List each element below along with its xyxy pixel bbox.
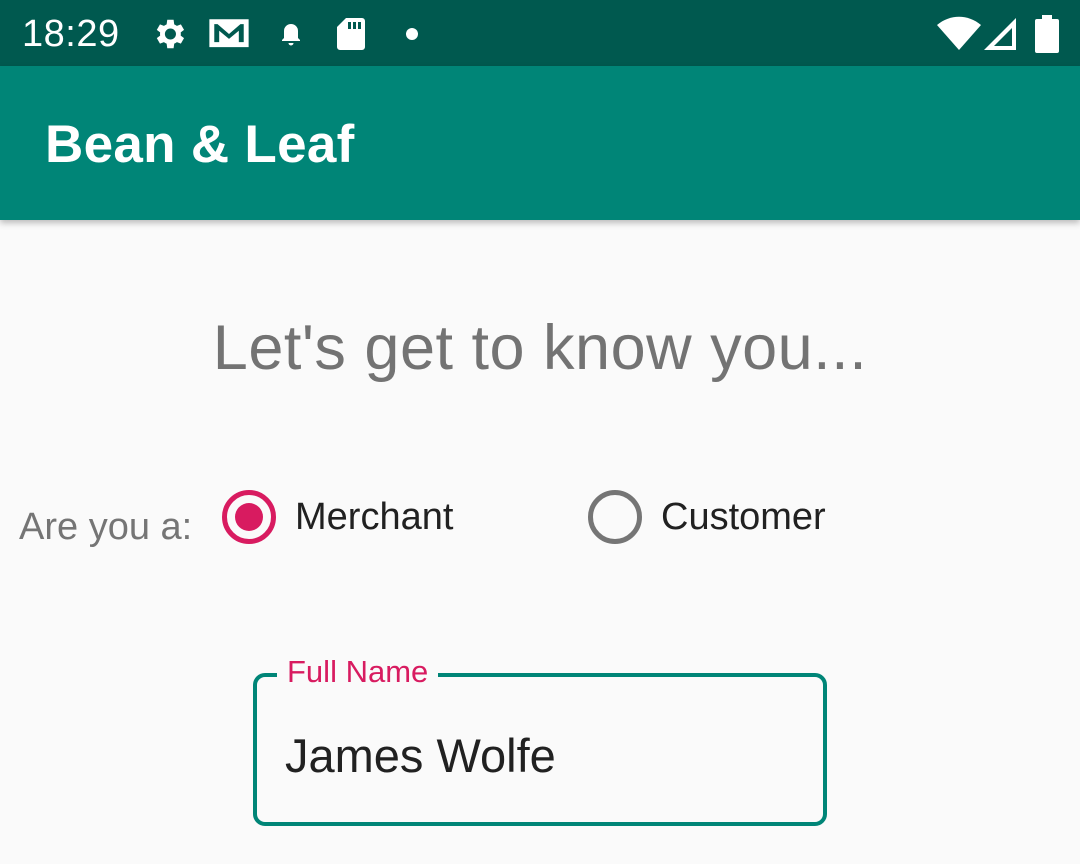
gmail-icon (207, 14, 251, 54)
battery-icon (1034, 14, 1060, 54)
cell-signal-icon (982, 14, 1018, 54)
notification-bell-icon (279, 14, 303, 54)
customer-radio-label[interactable]: Customer (661, 495, 826, 539)
full-name-label: Full Name (277, 654, 439, 690)
status-bar: 18:29 (0, 0, 1080, 66)
app-title: Bean & Leaf (45, 115, 355, 174)
full-name-input[interactable]: James Wolfe (285, 728, 556, 784)
merchant-radio-label[interactable]: Merchant (295, 495, 453, 539)
status-time: 18:29 (22, 13, 120, 55)
wifi-icon (937, 14, 981, 54)
customer-radio-button[interactable] (588, 490, 642, 544)
app-bar: Bean & Leaf (0, 66, 1080, 220)
role-question-label: Are you a: (19, 506, 193, 548)
merchant-radio-button[interactable] (222, 490, 276, 544)
dot-icon (405, 14, 419, 54)
sd-card-icon (336, 14, 366, 54)
page-headline: Let's get to know you... (212, 313, 868, 383)
full-name-field[interactable]: Full Name James Wolfe (253, 654, 827, 826)
customer-radio[interactable]: Customer (588, 486, 826, 548)
merchant-radio[interactable]: Merchant (222, 486, 453, 548)
gear-icon (150, 14, 188, 54)
